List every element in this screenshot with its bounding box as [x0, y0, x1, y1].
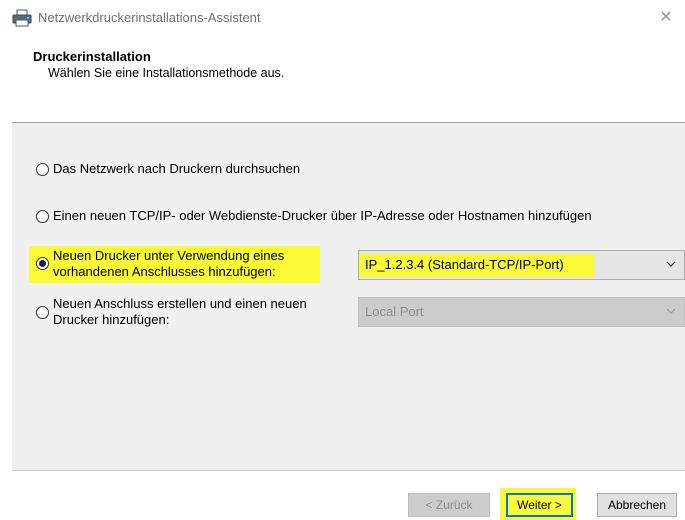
- option-tcpip[interactable]: Einen neuen TCP/IP- oder Webdienste-Druc…: [36, 208, 592, 224]
- existing-port-select[interactable]: IP_1.2.3.4 (Standard-TCP/IP-Port): [358, 250, 685, 280]
- cancel-button[interactable]: Abbrechen: [597, 493, 677, 517]
- radio-existing-port[interactable]: [36, 257, 49, 270]
- option-existing-port-label-line2: vorhandenen Anschlusses hinzufügen:: [53, 264, 276, 279]
- radio-search-network[interactable]: [36, 163, 49, 176]
- page-heading: Druckerinstallation: [33, 49, 151, 64]
- option-existing-port-label: Neuen Drucker unter Verwendung eines vor…: [53, 248, 284, 280]
- printer-icon: [12, 9, 32, 27]
- option-existing-port-label-line1: Neuen Drucker unter Verwendung eines: [53, 248, 285, 263]
- option-search-network[interactable]: Das Netzwerk nach Druckern durchsuchen: [36, 161, 300, 177]
- option-new-port-label: Neuen Anschluss erstellen und einen neue…: [53, 296, 307, 328]
- close-icon: ✕: [659, 9, 673, 26]
- title-bar: Netzwerkdruckerinstallations-Assistent ✕: [0, 0, 685, 38]
- footer-divider: [12, 470, 685, 471]
- chevron-down-icon: [666, 308, 676, 314]
- option-tcpip-label: Einen neuen TCP/IP- oder Webdienste-Druc…: [53, 208, 592, 223]
- window-title: Netzwerkdruckerinstallations-Assistent: [38, 10, 261, 25]
- radio-new-port[interactable]: [36, 306, 49, 319]
- new-port-select: Local Port: [358, 297, 685, 327]
- new-port-select-value: Local Port: [365, 304, 424, 319]
- close-button[interactable]: ✕: [653, 4, 679, 30]
- option-new-port-label-line2: Drucker hinzufügen:: [53, 312, 170, 327]
- page-subheading: Wählen Sie eine Installationsmethode aus…: [48, 66, 285, 80]
- back-button: < Zurück: [408, 493, 490, 517]
- option-search-network-label: Das Netzwerk nach Druckern durchsuchen: [53, 161, 301, 176]
- wizard-window: Netzwerkdruckerinstallations-Assistent ✕…: [0, 0, 685, 520]
- option-existing-port[interactable]: Neuen Drucker unter Verwendung eines vor…: [36, 248, 284, 280]
- options-panel: Das Netzwerk nach Druckern durchsuchen E…: [12, 123, 685, 470]
- existing-port-select-value: IP_1.2.3.4 (Standard-TCP/IP-Port): [365, 257, 564, 272]
- option-new-port-label-line1: Neuen Anschluss erstellen und einen neue…: [53, 296, 307, 311]
- next-button[interactable]: Weiter >: [506, 493, 573, 517]
- radio-tcpip[interactable]: [36, 210, 49, 223]
- chevron-down-icon: [666, 261, 676, 267]
- option-new-port[interactable]: Neuen Anschluss erstellen und einen neue…: [36, 296, 307, 328]
